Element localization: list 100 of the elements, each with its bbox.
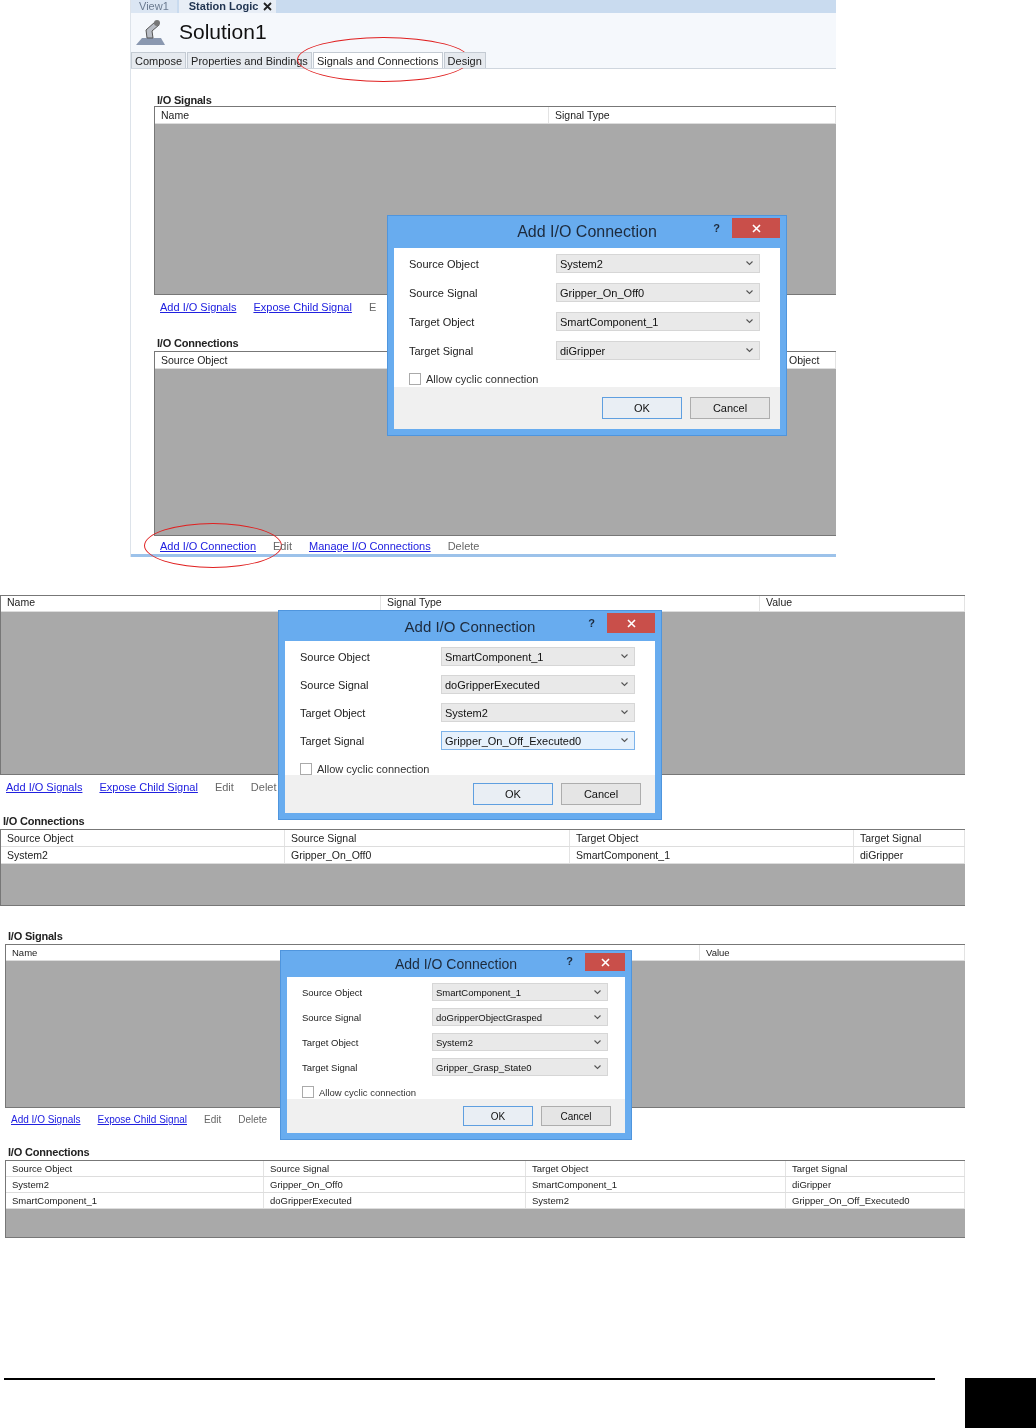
dropdown-field[interactable]: System2 <box>432 1033 608 1051</box>
close-button[interactable] <box>585 953 625 971</box>
action-link[interactable]: Delete <box>447 538 480 554</box>
field-label: Target Signal <box>302 1061 359 1073</box>
table-cell: Gripper_On_Off_Executed0 <box>786 1193 965 1208</box>
field-label: Target Object <box>302 1036 360 1048</box>
column-header: Source Signal <box>264 1161 526 1176</box>
section-heading: I/O Connections <box>8 1146 90 1158</box>
column-header: Signal Type <box>549 107 836 123</box>
field-label: Target Signal <box>300 734 366 747</box>
dropdown-field[interactable]: Gripper_On_Off0 <box>556 283 760 302</box>
action-link[interactable]: Expose Child Signal <box>97 1112 187 1128</box>
action-link[interactable]: Delet <box>250 779 277 795</box>
dropdown-field[interactable]: Gripper_Grasp_State0 <box>432 1058 608 1076</box>
ok-button[interactable]: OK <box>602 397 682 419</box>
action-link[interactable]: Edit <box>214 779 234 795</box>
ok-button[interactable]: OK <box>463 1106 533 1126</box>
checkbox-label: Allow cyclic connection <box>319 1086 417 1098</box>
dropdown-field[interactable]: doGripperObjectGrasped <box>432 1008 608 1026</box>
field-label: Source Signal <box>409 286 479 299</box>
column-header: Value <box>760 596 965 611</box>
checkbox-label: Allow cyclic connection <box>426 373 539 385</box>
column-header: Source Object <box>1 830 285 846</box>
table-cell: diGripper <box>786 1177 965 1192</box>
column-header: Target Object <box>526 1161 786 1176</box>
table-cell: diGripper <box>854 847 965 863</box>
action-link[interactable]: Add I/O Signals <box>6 779 83 795</box>
action-link[interactable]: Add I/O Signals <box>160 299 237 315</box>
chevron-down-icon <box>746 319 753 324</box>
chevron-down-icon <box>746 348 753 353</box>
dropdown-field[interactable]: Gripper_On_Off_Executed0 <box>441 731 635 750</box>
column-header: Source Signal <box>285 830 570 846</box>
column-header: Name <box>155 107 549 123</box>
field-label: Source Signal <box>300 678 370 691</box>
chevron-down-icon <box>594 1064 601 1070</box>
action-link[interactable]: Delete <box>238 1112 268 1128</box>
action-link[interactable]: E <box>368 299 377 315</box>
action-link[interactable]: Expose Child Signal <box>99 779 198 795</box>
dropdown-field[interactable]: SmartComponent_1 <box>432 983 608 1001</box>
dropdown-field[interactable]: doGripperExecuted <box>441 675 635 694</box>
checkbox[interactable] <box>302 1086 314 1098</box>
chevron-down-icon <box>594 1014 601 1020</box>
dropdown-field[interactable]: SmartComponent_1 <box>556 312 760 331</box>
document-tab[interactable]: Station Logic <box>178 0 277 13</box>
action-link[interactable]: Add I/O Connection <box>160 538 256 554</box>
chevron-down-icon <box>746 290 753 295</box>
table-cell: System2 <box>6 1177 264 1192</box>
table-cell: SmartComponent_1 <box>570 847 854 863</box>
column-header: Value <box>700 945 965 960</box>
column-header: Target Signal <box>854 830 965 846</box>
document-title: Solution1 <box>179 20 267 44</box>
tab[interactable]: Signals and Connections <box>312 52 443 68</box>
action-link[interactable]: Expose Child Signal <box>253 299 352 315</box>
robot-arm-icon <box>133 17 167 47</box>
dropdown-field[interactable]: diGripper <box>556 341 760 360</box>
dropdown-field[interactable]: System2 <box>556 254 760 273</box>
field-label: Source Object <box>302 986 364 998</box>
table-cell: SmartComponent_1 <box>6 1193 264 1208</box>
cancel-button[interactable]: Cancel <box>541 1106 611 1126</box>
cancel-button[interactable]: Cancel <box>690 397 770 419</box>
close-button[interactable] <box>732 218 780 238</box>
field-label: Source Object <box>300 650 371 663</box>
dropdown-field[interactable]: SmartComponent_1 <box>441 647 635 666</box>
field-label: Target Object <box>409 315 476 328</box>
section-heading: I/O Connections <box>3 815 85 827</box>
close-button[interactable] <box>607 613 655 633</box>
close-icon <box>751 223 761 233</box>
dialog-title: Add I/O Connection <box>517 223 657 241</box>
action-link[interactable]: Edit <box>204 1112 222 1128</box>
table-cell: System2 <box>1 847 285 863</box>
tab[interactable]: Design <box>443 52 486 68</box>
column-header: Target Object <box>570 830 854 846</box>
field-label: Source Signal <box>302 1011 363 1023</box>
chevron-down-icon <box>621 682 628 687</box>
section-heading: I/O Signals <box>8 930 63 942</box>
help-button[interactable]: ? <box>713 222 720 234</box>
checkbox[interactable] <box>300 763 312 775</box>
cancel-button[interactable]: Cancel <box>561 783 641 805</box>
ok-button[interactable]: OK <box>473 783 553 805</box>
column-header: Target Signal <box>786 1161 965 1176</box>
chevron-down-icon <box>621 710 628 715</box>
checkbox[interactable] <box>409 373 421 385</box>
dropdown-field[interactable]: System2 <box>441 703 635 722</box>
table-cell: SmartComponent_1 <box>526 1177 786 1192</box>
table-cell: Gripper_On_Off0 <box>264 1177 526 1192</box>
help-button[interactable]: ? <box>588 617 595 629</box>
page-marker-block <box>965 1378 1036 1428</box>
close-icon <box>600 957 610 967</box>
chevron-down-icon <box>594 989 601 995</box>
table-cell: Gripper_On_Off0 <box>285 847 570 863</box>
field-label: Target Object <box>300 706 367 719</box>
document-tab[interactable]: View1 <box>131 0 177 13</box>
tab[interactable]: Compose <box>131 52 187 68</box>
action-link[interactable]: Add I/O Signals <box>11 1112 81 1128</box>
chevron-down-icon <box>621 738 628 743</box>
action-link[interactable]: Manage I/O Connections <box>309 538 431 554</box>
field-label: Source Object <box>409 257 480 270</box>
dialog-title: Add I/O Connection <box>404 617 536 635</box>
chevron-down-icon <box>746 261 753 266</box>
chevron-down-icon <box>594 1039 601 1045</box>
